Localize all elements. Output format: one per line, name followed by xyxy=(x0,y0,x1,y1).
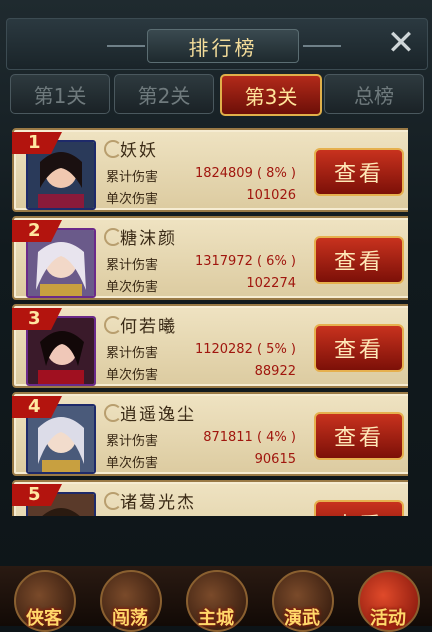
nav-martial-button[interactable]: 演武 xyxy=(264,570,340,632)
nav-label: 演武 xyxy=(284,608,320,629)
player-name: 妖妖 xyxy=(120,141,158,161)
view-button[interactable]: 查看 xyxy=(314,412,404,460)
ranking-card: 2 糖沫颜 累计伤害 1317972 ( 6% ) 单次伤害 102274 查看 xyxy=(12,216,408,300)
nav-label: 活动 xyxy=(370,608,406,629)
player-name: 逍遥逸尘 xyxy=(120,405,196,425)
tab-stage-2[interactable]: 第2关 xyxy=(114,74,214,114)
total-damage-value: 1317972 ( 6% ) xyxy=(194,254,296,269)
view-button[interactable]: 查看 xyxy=(314,236,404,284)
total-damage-value: 871811 ( 4% ) xyxy=(203,430,296,445)
view-button[interactable]: 查看 xyxy=(314,324,404,372)
nav-city-button[interactable]: 主城 xyxy=(178,570,254,632)
nav-label: 闯荡 xyxy=(112,608,148,629)
close-icon[interactable]: ✕ xyxy=(382,24,420,62)
single-damage-value: 88922 xyxy=(254,364,296,379)
name-plate: 诸葛光杰 xyxy=(104,488,314,513)
ranking-window: 排行榜 ✕ 第1关 第2关 第3关 总榜 1 妖妖 累计伤害 1824809 (… xyxy=(0,0,432,632)
ranking-card: 5 诸葛光杰 查看 xyxy=(12,480,408,516)
tab-stage-1[interactable]: 第1关 xyxy=(10,74,110,114)
title-ornament-right xyxy=(303,45,341,57)
total-damage-value: 1824809 ( 8% ) xyxy=(194,166,296,181)
nav-event-button[interactable]: 活动 xyxy=(350,570,426,632)
view-button[interactable]: 查看 xyxy=(314,148,404,196)
title-bar: 排行榜 xyxy=(6,18,428,70)
total-damage-value: 1120282 ( 5% ) xyxy=(194,342,296,357)
player-name: 糖沫颜 xyxy=(120,229,177,249)
tab-stage-3[interactable]: 第3关 xyxy=(220,74,322,116)
single-damage-value: 101026 xyxy=(246,188,296,203)
nav-hero-button[interactable]: 侠客 xyxy=(6,570,82,632)
player-name: 何若曦 xyxy=(120,317,177,337)
tab-overall[interactable]: 总榜 xyxy=(324,74,424,114)
player-name: 诸葛光杰 xyxy=(120,493,196,513)
ranking-card: 4 逍遥逸尘 累计伤害 871811 ( 4% ) 单次伤害 90615 查看 xyxy=(12,392,408,476)
name-plate: 何若曦 xyxy=(104,312,314,337)
ranking-card: 3 何若曦 累计伤害 1120282 ( 5% ) 单次伤害 88922 查看 xyxy=(12,304,408,388)
name-plate: 逍遥逸尘 xyxy=(104,400,314,425)
stage-tabs: 第1关 第2关 第3关 总榜 xyxy=(10,74,424,116)
title-ornament-left xyxy=(107,45,145,57)
page-title: 排行榜 xyxy=(147,29,299,63)
nav-label: 主城 xyxy=(198,608,234,629)
single-damage-value: 90615 xyxy=(254,452,296,467)
ranking-card: 1 妖妖 累计伤害 1824809 ( 8% ) 单次伤害 101026 查看 xyxy=(12,128,408,212)
single-damage-value: 102274 xyxy=(246,276,296,291)
nav-label: 侠客 xyxy=(26,608,62,629)
name-plate: 妖妖 xyxy=(104,136,314,161)
view-button[interactable]: 查看 xyxy=(314,500,404,516)
nav-adventure-button[interactable]: 闯荡 xyxy=(92,570,168,632)
name-plate: 糖沫颜 xyxy=(104,224,314,249)
ranking-list[interactable]: 1 妖妖 累计伤害 1824809 ( 8% ) 单次伤害 101026 查看 … xyxy=(8,124,408,516)
